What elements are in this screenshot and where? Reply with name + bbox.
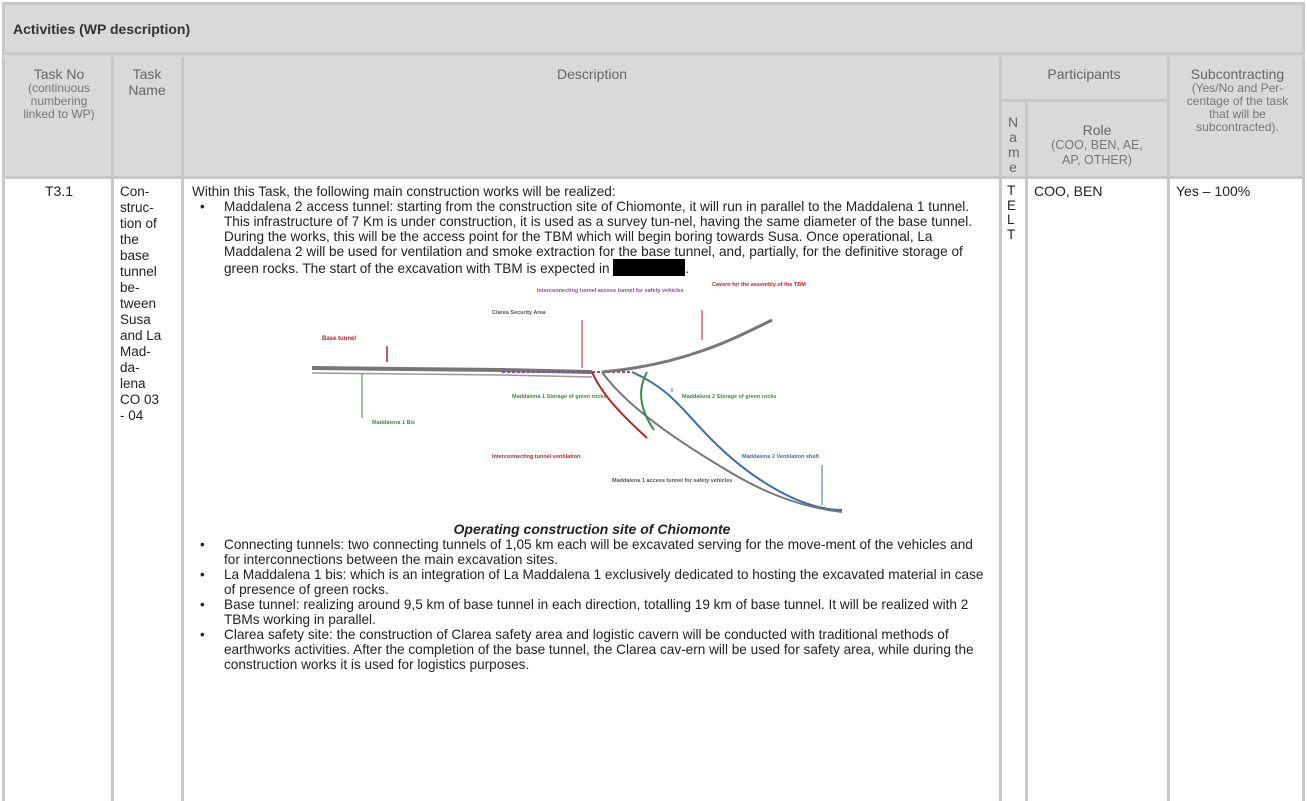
role-label: Role — [1082, 122, 1112, 138]
participants-label: Participants — [1047, 66, 1121, 82]
role-sublabel: (COO, BEN, AE, AP, OTHER) — [1051, 138, 1143, 167]
bullet-text-end: . — [685, 261, 690, 276]
description-label: Description — [556, 66, 628, 82]
label-m2-storage: Maddalena 2 Storage of green rocks — [682, 394, 776, 400]
header-task-no: Task No (continuous numbering linked to … — [8, 66, 110, 121]
label-m1bis: Maddalena 1 Bis — [372, 420, 415, 426]
header-participants: Participants — [1002, 66, 1166, 82]
upper-branch-line — [601, 318, 773, 374]
section-title: Activities (WP description) — [13, 21, 191, 37]
header-subcontracting: Subcontracting (Yes/No and Per-centage o… — [1170, 66, 1305, 134]
task-no-label: Task No — [33, 66, 85, 82]
name-label: Name — [1008, 114, 1020, 175]
participant-name: TELT — [1007, 183, 1017, 242]
task-name: Con-struc-tion of the base tunnel be-twe… — [120, 184, 162, 423]
interconnect-red-line — [591, 371, 648, 439]
maddalena1-line — [601, 371, 843, 513]
label-interconnect-access: Interconnecting tunnel access tunnel for… — [537, 288, 684, 294]
label-m1-access: Maddalena 1 access tunnel for safety veh… — [612, 478, 732, 484]
task-description: Within this Task, the following main con… — [192, 184, 992, 672]
site-diagram: Base tunnel Clarea Security Area Interco… — [311, 282, 843, 513]
description-intro: Within this Task, the following main con… — [192, 184, 616, 199]
header-name: Name — [1002, 115, 1024, 175]
redaction-box — [613, 259, 686, 276]
description-bullet: La Maddalena 1 bis: which is an integrat… — [192, 567, 992, 597]
activities-table: Activities (WP description) Task No (con… — [2, 2, 1305, 801]
header-description: Description — [184, 66, 1000, 82]
label-base-tunnel: Base tunnel — [322, 336, 356, 342]
task-name-label: Task Name — [128, 66, 166, 98]
description-bullet: Base tunnel: realizing around 9,5 km of … — [192, 597, 992, 627]
subcontracting-label: Subcontracting — [1190, 66, 1285, 82]
participant-role: COO, BEN — [1034, 183, 1103, 199]
label-m1-storage: Maddalena 1 Storage of green rocks — [512, 394, 606, 400]
label-interconnect-vent: Interconnecting tunnel ventilation — [492, 454, 581, 460]
label-cavern: Cavern for the assembly of the TBM — [712, 282, 806, 288]
description-bullet: Clarea safety site: the construction of … — [192, 627, 992, 672]
label-clarea: Clarea Security Area — [492, 310, 547, 316]
header-role: Role (COO, BEN, AE, AP, OTHER) — [1028, 122, 1166, 168]
description-bullet: Connecting tunnels: two connecting tunne… — [192, 537, 992, 567]
description-bullet: Maddalena 2 access tunnel: starting from… — [192, 199, 992, 276]
header-task-name: Task Name — [114, 66, 180, 98]
figure-caption: Operating construction site of Chiomonte — [453, 521, 731, 537]
subcontracting-value: Yes – 100% — [1176, 183, 1251, 199]
task-number: T3.1 — [44, 183, 73, 199]
section-header: Activities (WP description) — [2, 2, 1305, 55]
bullet-text: Maddalena 2 access tunnel: starting from… — [224, 199, 973, 276]
maddalena2-line — [631, 371, 843, 511]
subcontracting-sublabel: (Yes/No and Per-centage of the task that… — [1186, 81, 1289, 134]
label-m2-vent: Maddalena 2 Ventilation shaft — [742, 454, 819, 460]
task-no-sublabel: (continuous numbering linked to WP) — [23, 81, 95, 121]
